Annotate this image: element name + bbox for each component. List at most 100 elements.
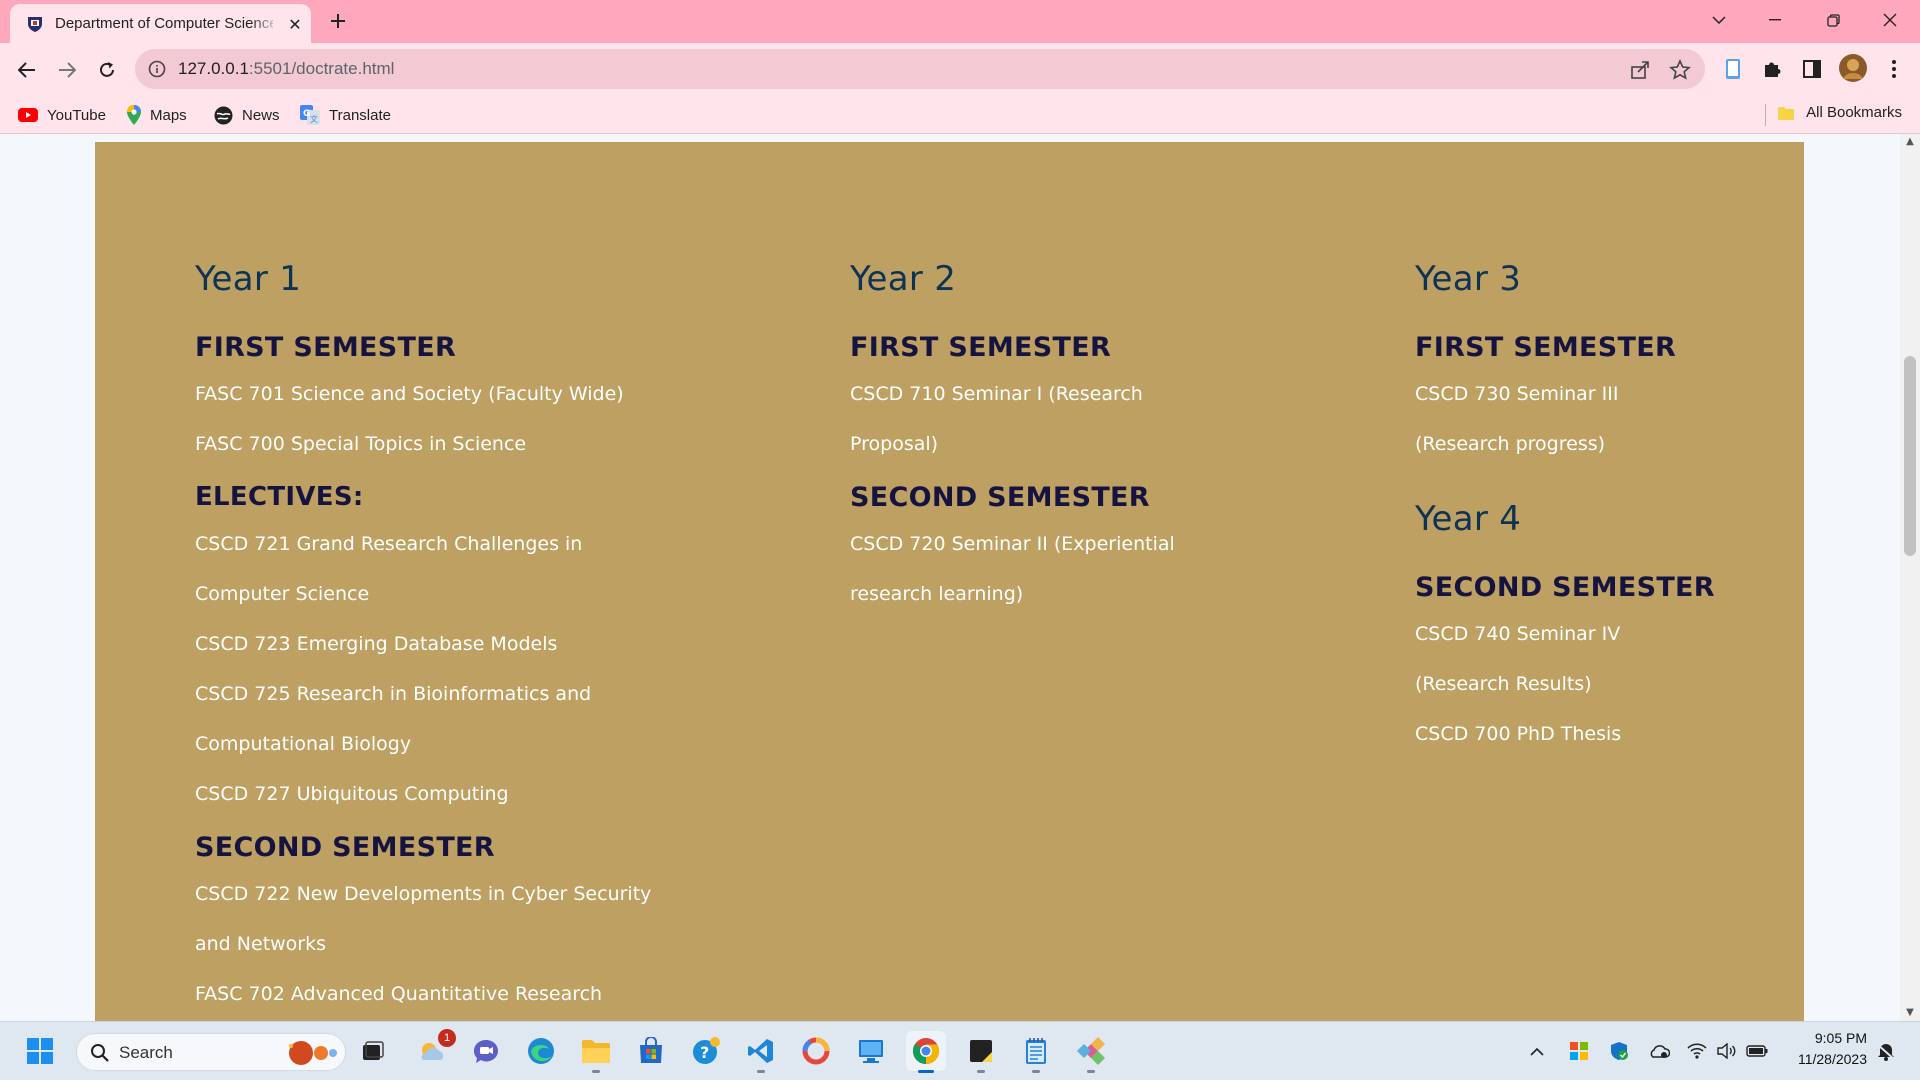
- chrome-icon: [912, 1038, 940, 1065]
- taskbar-search[interactable]: Search: [76, 1033, 346, 1071]
- share-icon[interactable]: [1629, 59, 1651, 81]
- windows-logo-icon: [27, 1038, 53, 1064]
- clock-date[interactable]: 11/28/2023: [1798, 1051, 1867, 1067]
- search-label: Search: [119, 1043, 173, 1062]
- tab-title-fade: [250, 10, 280, 36]
- git-app-button[interactable]: [1071, 1031, 1111, 1073]
- monitor-icon: [859, 1040, 883, 1063]
- course-item: CSCD 740 Seminar IV: [1415, 623, 1621, 645]
- course-item: Computer Science: [195, 583, 370, 605]
- running-indicator: [1032, 1070, 1040, 1073]
- minimize-icon: [1769, 19, 1781, 21]
- clock-time[interactable]: 9:05 PM: [1815, 1030, 1867, 1046]
- bookmark-star-icon[interactable]: [1669, 59, 1691, 81]
- all-bookmarks-label: All Bookmarks: [1806, 104, 1902, 121]
- task-view-button[interactable]: [353, 1031, 393, 1071]
- scroll-down-icon[interactable]: ▼: [1905, 1008, 1915, 1018]
- notification-center-icon[interactable]: [1875, 1040, 1897, 1062]
- running-indicator: [592, 1070, 600, 1073]
- scroll-thumb[interactable]: [1904, 356, 1916, 556]
- store-icon: [640, 1037, 662, 1063]
- new-tab-button[interactable]: [325, 8, 351, 34]
- close-window-button[interactable]: [1867, 4, 1913, 36]
- running-indicator: [757, 1070, 765, 1073]
- plus-icon: [331, 14, 345, 28]
- tab-search-button[interactable]: [1696, 4, 1742, 36]
- tray-office-icon[interactable]: [1568, 1040, 1590, 1062]
- course-item: FASC 700 Special Topics in Science: [195, 433, 527, 455]
- folder-icon: [1778, 106, 1795, 120]
- url-path: :5501/doctrate.html: [248, 59, 395, 78]
- tray-security-icon[interactable]: [1608, 1040, 1630, 1062]
- course-item: research learning): [850, 583, 1024, 605]
- microsoft-store-button[interactable]: [631, 1031, 671, 1071]
- bookmark-news[interactable]: News: [214, 104, 280, 126]
- chevron-up-icon: [1530, 1047, 1544, 1056]
- chrome-menu-icon[interactable]: [1882, 57, 1906, 81]
- all-bookmarks-button[interactable]: All Bookmarks: [1778, 104, 1902, 121]
- remote-desktop-button[interactable]: [851, 1031, 891, 1071]
- circle-app-button[interactable]: [796, 1031, 836, 1071]
- help-icon: ?: [693, 1037, 720, 1064]
- course-item: CSCD 722 New Developments in Cyber Secur…: [195, 883, 652, 905]
- tab-close-icon[interactable]: ✕: [284, 13, 306, 35]
- page-scrollbar[interactable]: ▲ ▼: [1900, 134, 1920, 1021]
- bookmark-translate[interactable]: G文 Translate: [300, 104, 391, 126]
- semester-heading: FIRST SEMESTER: [195, 332, 457, 363]
- year-heading: Year 3: [1415, 259, 1522, 299]
- bookmark-label: News: [242, 106, 280, 124]
- widgets-button[interactable]: 1: [412, 1029, 456, 1071]
- sticky-notes-button[interactable]: [961, 1031, 1001, 1073]
- extensions-icon[interactable]: [1760, 57, 1784, 81]
- bookmark-label: Translate: [329, 106, 391, 124]
- wifi-icon[interactable]: [1686, 1040, 1708, 1062]
- tray-onedrive-icon[interactable]: [1648, 1040, 1670, 1062]
- volume-icon[interactable]: [1716, 1040, 1738, 1062]
- restore-button[interactable]: [1810, 4, 1856, 36]
- vscode-icon: [748, 1039, 773, 1063]
- site-info-icon[interactable]: [148, 60, 166, 78]
- teams-chat-button[interactable]: [466, 1031, 506, 1071]
- year-heading: Year 4: [1415, 499, 1522, 539]
- notification-badge: 1: [438, 1029, 456, 1047]
- ring-app-icon: [802, 1037, 830, 1065]
- semester-heading: SECOND SEMESTER: [1415, 572, 1715, 603]
- course-item: FASC 702 Advanced Quantitative Research: [195, 983, 603, 1005]
- url-text[interactable]: 127.0.0.1:5501/doctrate.html: [178, 59, 394, 79]
- address-bar[interactable]: 127.0.0.1:5501/doctrate.html: [135, 49, 1705, 89]
- course-item: CSCD 723 Emerging Database Models: [195, 633, 558, 655]
- forward-button[interactable]: [50, 53, 84, 87]
- running-indicator: [977, 1070, 985, 1073]
- translate-icon: G文: [300, 105, 320, 125]
- side-panel-icon[interactable]: [1800, 57, 1824, 81]
- back-button[interactable]: [10, 53, 44, 87]
- start-button[interactable]: [20, 1031, 60, 1071]
- diamond-app-icon: [1077, 1037, 1105, 1065]
- course-item: FASC 701 Science and Society (Faculty Wi…: [195, 383, 624, 405]
- restore-icon: [1826, 13, 1840, 27]
- url-host: 127.0.0.1: [178, 59, 249, 78]
- reload-button[interactable]: [90, 53, 124, 87]
- notepad-button[interactable]: [1016, 1031, 1056, 1073]
- battery-icon[interactable]: [1746, 1040, 1768, 1062]
- chrome-button[interactable]: [906, 1031, 946, 1073]
- browser-toolbar: 127.0.0.1:5501/doctrate.html: [0, 43, 1920, 96]
- bookmark-youtube[interactable]: YouTube: [18, 104, 106, 126]
- get-help-button[interactable]: ?: [686, 1031, 726, 1071]
- arrow-left-icon: [18, 62, 35, 78]
- search-highlight-icon: [289, 1041, 337, 1065]
- bookmark-maps[interactable]: Maps: [127, 104, 187, 126]
- course-item: (Research progress): [1415, 433, 1606, 455]
- browser-tab[interactable]: Department of Computer Science ✕: [10, 4, 311, 43]
- profile-avatar[interactable]: [1838, 53, 1868, 83]
- show-hidden-icons[interactable]: [1526, 1040, 1548, 1062]
- vscode-button[interactable]: [741, 1031, 781, 1073]
- phone-link-icon[interactable]: [1721, 57, 1745, 81]
- year-heading: Year 1: [195, 259, 302, 299]
- course-item: and Networks: [195, 933, 327, 955]
- youtube-icon: [18, 108, 38, 122]
- scroll-up-icon[interactable]: ▲: [1905, 137, 1915, 147]
- minimize-button[interactable]: [1752, 4, 1798, 36]
- file-explorer-button[interactable]: [576, 1031, 616, 1073]
- edge-browser-button[interactable]: [521, 1031, 561, 1071]
